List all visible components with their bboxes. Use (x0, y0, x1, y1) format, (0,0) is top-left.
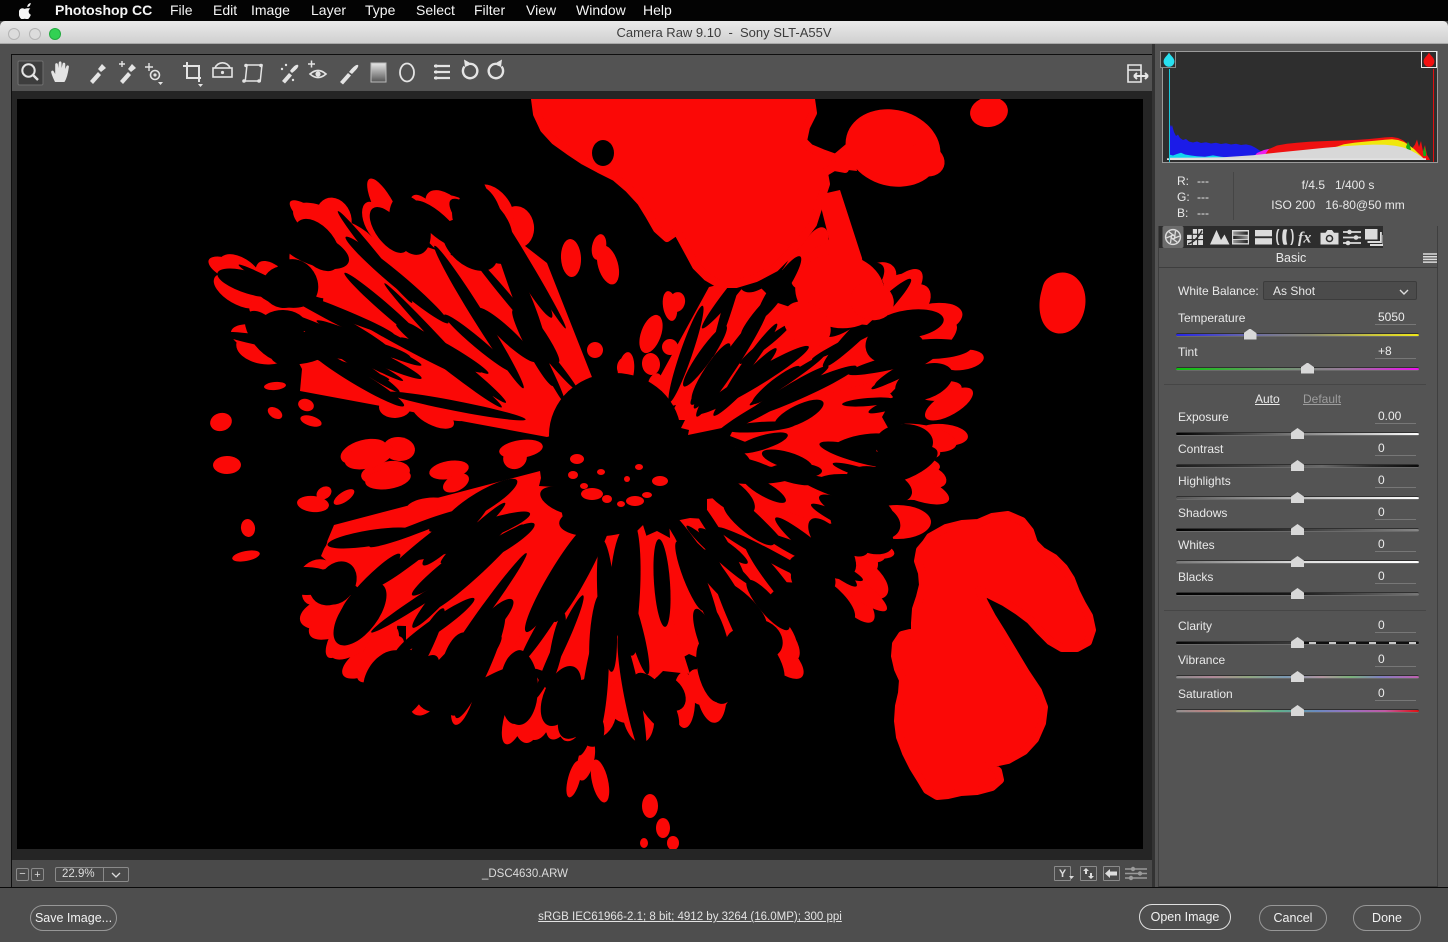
svg-text:fx: fx (1298, 230, 1311, 247)
